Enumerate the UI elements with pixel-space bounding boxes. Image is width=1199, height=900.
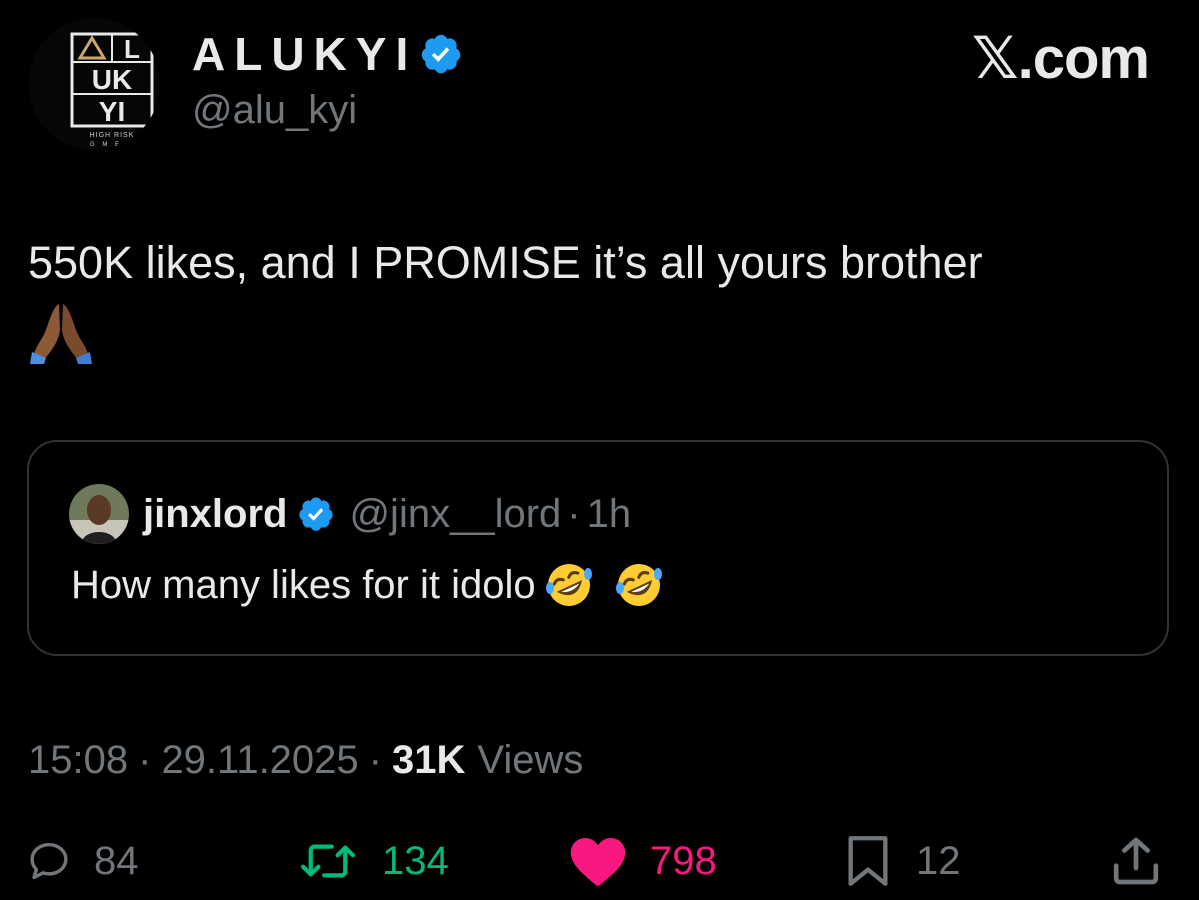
x-com-watermark: 𝕏.com [971,26,1150,91]
like-button[interactable]: 798 [568,828,717,894]
logo-letters-row3: YI [99,96,125,127]
tweet-meta: 15:08 · 29.11.2025 · 31K Views [28,730,583,790]
quote-header: jinxlord @jinx__lord · 1h [69,482,631,546]
separator-dot: · [138,737,152,782]
tweet-date[interactable]: 29.11.2025 [161,738,358,783]
bookmark-count: 12 [916,838,961,883]
logo-tagline-1: HIGH RISK [90,132,135,139]
bookmark-icon [848,836,888,886]
quote-text: How many likes for it idolo [71,560,664,610]
rolling-laughing-emoji [545,564,592,606]
rolling-laughing-emoji [615,564,662,606]
author-handle[interactable]: @alu_kyi [192,88,357,133]
tweet-text: 550K likes, and I PROMISE it’s all yours… [28,230,1178,365]
views-label: Views [477,737,584,782]
repost-count: 134 [382,838,449,883]
quote-body: How many likes for it idolo [71,562,536,607]
separator-dot: · [368,737,382,782]
tweet-time[interactable]: 15:08 [28,738,128,783]
repost-icon [300,844,356,878]
folded-hands-emoji [30,304,92,365]
verified-badge-icon [421,34,461,74]
separator-dot: · [567,491,581,536]
quote-author-avatar[interactable] [69,484,129,544]
quote-author-name[interactable]: jinxlord [143,492,287,537]
tweet-body: 550K likes, and I PROMISE it’s all yours… [28,237,983,288]
quoted-tweet-card[interactable]: jinxlord @jinx__lord · 1h How many likes… [27,440,1169,656]
reply-button[interactable]: 84 [26,828,139,894]
like-count: 798 [650,838,717,883]
verified-badge-icon [299,497,334,531]
bookmark-button[interactable]: 12 [842,828,961,894]
display-name[interactable]: ALUKYI [192,27,417,81]
action-bar: 84 134 798 12 [0,828,1199,894]
reply-icon [30,842,68,880]
author-name-row: ALUKYI [192,26,463,82]
share-icon [1113,837,1159,885]
repost-button[interactable]: 134 [296,828,449,894]
profile-avatar[interactable]: L UK YI HIGH RISK G M E R [28,18,160,150]
logo-letters-row1: L [124,34,140,64]
share-button[interactable] [1108,828,1164,894]
views-count[interactable]: 31K [392,738,465,783]
quote-author-handle[interactable]: @jinx__lord [349,492,561,537]
logo-letters-row2: UK [92,64,132,95]
quote-timestamp[interactable]: 1h [587,492,632,537]
reply-count: 84 [94,838,139,883]
logo-tagline-2: G M E R [90,142,134,148]
heart-icon [570,837,626,886]
